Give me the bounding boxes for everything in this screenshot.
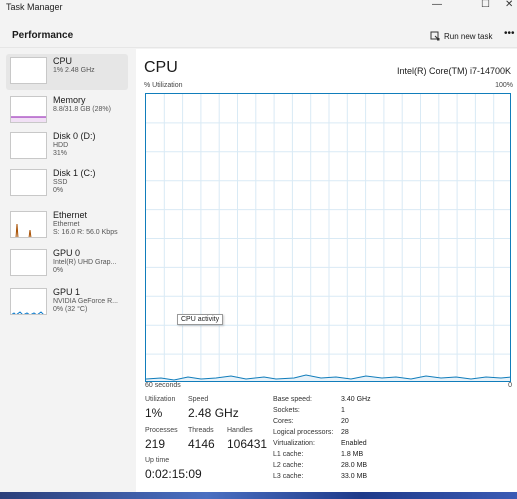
graph-time-start: 60 seconds: [145, 382, 181, 389]
sidebar-item-label: CPU: [53, 56, 73, 66]
l1-cache-label: L1 cache:: [273, 451, 304, 458]
sidebar-item-disk-0[interactable]: Disk 0 (D:) HDD 31%: [6, 129, 128, 165]
sidebar-item-disk-1[interactable]: Disk 1 (C:) SSD 0%: [6, 166, 128, 202]
sidebar-item-detail: HDD: [53, 142, 69, 149]
title-bar: Task Manager — ☐ ✕: [0, 0, 517, 16]
sidebar-item-detail: Ethernet: [53, 221, 80, 228]
cpu-thumbnail: [10, 57, 47, 84]
utilization-axis-label: % Utilization: [144, 82, 183, 89]
uptime-label: Up time: [145, 457, 170, 464]
sockets-label: Sockets:: [273, 407, 300, 414]
speed-value: 2.48 GHz: [188, 406, 239, 420]
l2-cache-label: L2 cache:: [273, 462, 304, 469]
sidebar-item-memory[interactable]: Memory 8.8/31.8 GB (28%): [6, 93, 128, 129]
ethernet-thumbnail: [10, 211, 47, 238]
sidebar-item-detail-2: S: 16.0 R: 56.0 Kbps: [53, 229, 118, 236]
l3-cache-value: 33.0 MB: [341, 473, 368, 480]
utilization-label: Utilization: [145, 396, 176, 403]
sidebar-item-label: GPU 1: [53, 287, 81, 297]
logical-processors-value: 28: [341, 429, 349, 436]
run-new-task-button[interactable]: Run new task: [430, 29, 492, 43]
sidebar-item-gpu-1[interactable]: GPU 1 NVIDIA GeForce R... 0% (32 °C): [6, 285, 128, 321]
cpu-graph-canvas: [146, 94, 510, 381]
page-title: Performance: [12, 30, 74, 41]
cores-label: Cores:: [273, 418, 294, 425]
cpu-activity-tooltip: CPU activity: [177, 314, 224, 325]
gpu-1-thumbnail: [10, 288, 47, 315]
cores-value: 20: [341, 418, 349, 425]
processes-value: 219: [145, 437, 166, 451]
gpu-0-thumbnail: [10, 249, 47, 276]
graph-time-end: 0: [508, 382, 512, 389]
virtualization-value: Enabled: [341, 440, 367, 447]
sidebar-item-detail-2: 0%: [53, 267, 64, 274]
sidebar: CPU 1% 2.48 GHz Memory 8.8/31.8 GB (28%)…: [0, 49, 136, 492]
disk-0-thumbnail: [10, 132, 47, 159]
run-new-task-label: Run new task: [444, 31, 493, 41]
l2-cache-value: 28.0 MB: [341, 462, 368, 469]
sidebar-item-label: Disk 0 (D:): [53, 131, 96, 141]
sidebar-item-detail: 1% 2.48 GHz: [53, 67, 95, 74]
page-header: Performance Run new task •••: [0, 24, 517, 48]
more-options-icon[interactable]: •••: [504, 28, 515, 39]
memory-thumbnail: [10, 96, 47, 123]
cpu-detail-panel: CPU Intel(R) Core(TM) i7-14700K % Utiliz…: [136, 49, 517, 492]
sidebar-item-detail: SSD: [53, 179, 68, 186]
handles-value: 106431: [227, 437, 268, 451]
utilization-value: 1%: [145, 406, 163, 420]
virtualization-label: Virtualization:: [273, 440, 315, 447]
maximize-icon[interactable]: ☐: [481, 0, 490, 10]
handles-label: Handles: [227, 427, 253, 434]
utilization-max-label: 100%: [495, 82, 513, 89]
l3-cache-label: L3 cache:: [273, 473, 304, 480]
sidebar-item-cpu[interactable]: CPU 1% 2.48 GHz: [6, 54, 128, 90]
base-speed-label: Base speed:: [273, 396, 312, 403]
minimize-icon[interactable]: —: [432, 0, 442, 10]
sidebar-item-label: Ethernet: [53, 210, 88, 220]
task-manager-window: Task Manager — ☐ ✕ Performance Run new t…: [0, 0, 517, 492]
sidebar-item-ethernet[interactable]: Ethernet Ethernet S: 16.0 R: 56.0 Kbps: [6, 208, 128, 244]
sidebar-item-detail-2: 31%: [53, 150, 68, 157]
logical-processors-label: Logical processors:: [273, 429, 334, 436]
sidebar-item-label: Disk 1 (C:): [53, 168, 96, 178]
processes-label: Processes: [145, 427, 178, 434]
close-icon[interactable]: ✕: [505, 0, 513, 10]
sidebar-item-label: GPU 0: [53, 248, 81, 258]
sidebar-item-detail: Intel(R) UHD Grap...: [53, 259, 117, 266]
window-title: Task Manager: [6, 2, 63, 12]
base-speed-value: 3.40 GHz: [341, 396, 371, 403]
sockets-value: 1: [341, 407, 345, 414]
sidebar-item-label: Memory: [53, 95, 86, 105]
desktop-taskbar-edge: [0, 492, 517, 499]
disk-1-thumbnail: [10, 169, 47, 196]
threads-value: 4146: [188, 437, 215, 451]
sidebar-item-gpu-0[interactable]: GPU 0 Intel(R) UHD Grap... 0%: [6, 246, 128, 282]
run-task-icon: [430, 31, 440, 41]
sidebar-item-detail-2: 0% (32 °C): [53, 306, 88, 313]
speed-label: Speed: [188, 396, 209, 403]
sidebar-item-detail: NVIDIA GeForce R...: [53, 298, 118, 305]
cpu-utilization-graph[interactable]: CPU activity: [145, 93, 511, 382]
l1-cache-value: 1.8 MB: [341, 451, 364, 458]
sidebar-item-detail: 8.8/31.8 GB (28%): [53, 106, 111, 113]
sidebar-item-detail-2: 0%: [53, 187, 64, 194]
cpu-model-name: Intel(R) Core(TM) i7-14700K: [396, 66, 511, 76]
threads-label: Threads: [188, 427, 214, 434]
uptime-value: 0:02:15:09: [145, 467, 202, 481]
panel-title: CPU: [144, 59, 178, 76]
